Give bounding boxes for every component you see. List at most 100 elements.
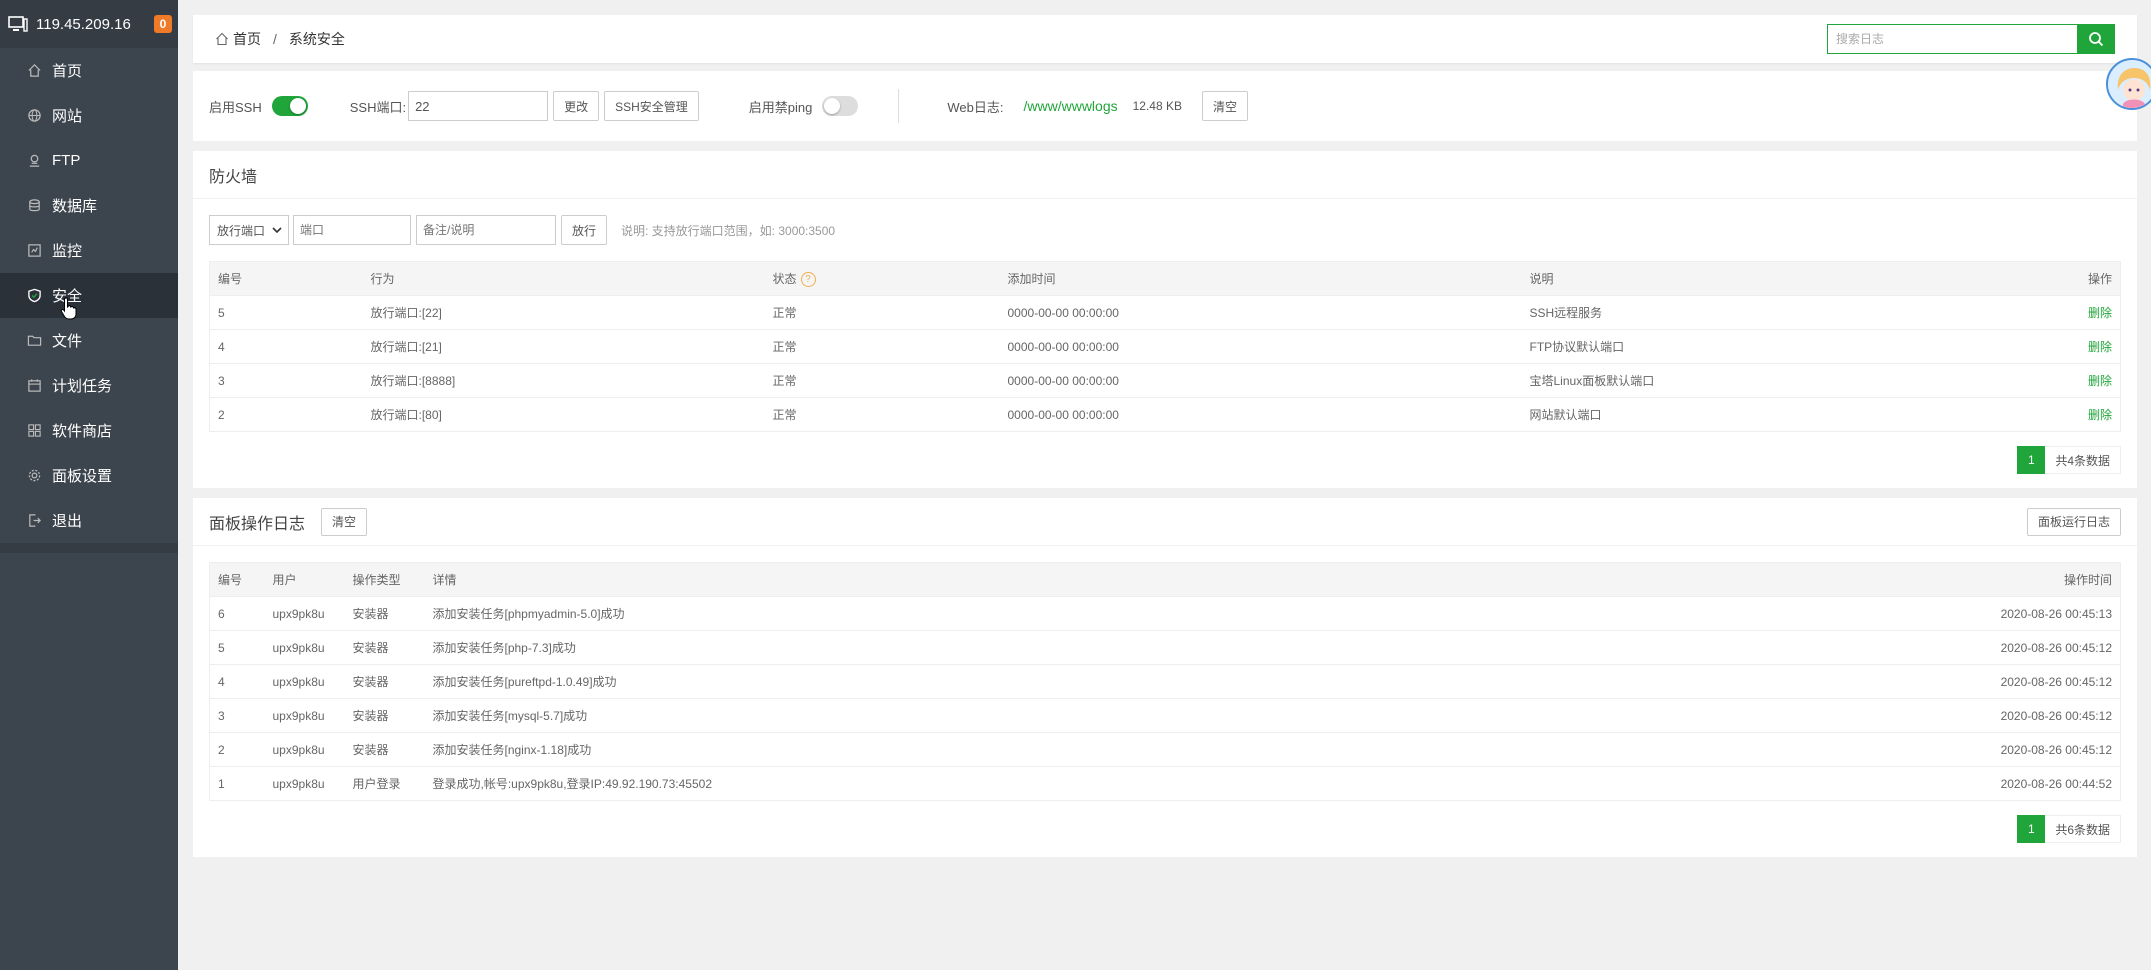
cell-note: 网站默认端口 (1521, 397, 2001, 432)
cell-action: 放行端口:[22] (362, 295, 765, 330)
column-header: 操作 (2000, 261, 2121, 296)
cell-status: 正常 (764, 397, 1000, 432)
delete-link[interactable]: 删除 (2000, 397, 2121, 432)
table-row: 4 upx9pk8u 安装器 添加安装任务[pureftpd-1.0.49]成功… (209, 664, 2121, 699)
table-row: 6 upx9pk8u 安装器 添加安装任务[phpmyadmin-5.0]成功 … (209, 596, 2121, 631)
delete-link[interactable]: 删除 (2000, 363, 2121, 398)
sidebar-item-cron[interactable]: 计划任务 (0, 363, 178, 408)
sidebar-item-settings[interactable]: 面板设置 (0, 453, 178, 498)
ssh-port-input[interactable] (408, 91, 549, 121)
folder-icon (26, 333, 42, 349)
cell-time: 2020-08-26 00:45:12 (1920, 664, 2121, 699)
server-header: 119.45.209.16 0 (0, 0, 178, 48)
cell-type: 安装器 (344, 732, 425, 767)
cell-id: 1 (209, 766, 265, 801)
search-button[interactable] (2077, 24, 2115, 54)
ping-toggle[interactable] (822, 96, 859, 116)
search-icon (2089, 32, 2104, 47)
page-number-button[interactable]: 1 (2017, 446, 2046, 474)
logs-title: 面板操作日志 (209, 515, 306, 533)
sidebar-item-home[interactable]: 首页 (0, 48, 178, 93)
sidebar: 119.45.209.16 0 首页 网站 FTP 数据库 监控 安全 文件 计… (0, 0, 178, 970)
cell-detail: 添加安装任务[phpmyadmin-5.0]成功 (424, 596, 1921, 631)
table-row: 2 upx9pk8u 安装器 添加安装任务[nginx-1.18]成功 2020… (209, 732, 2121, 767)
cell-id: 6 (209, 596, 265, 631)
panel-run-log-button[interactable]: 面板运行日志 (2026, 507, 2121, 536)
search-input[interactable] (1827, 24, 2077, 54)
ssh-manage-button[interactable]: SSH安全管理 (604, 91, 699, 121)
settings-bar: 启用SSH SSH端口: 更改 SSH安全管理 启用禁ping Web日志: /… (193, 71, 2137, 141)
avatar[interactable] (2106, 58, 2151, 110)
weblog-path-link[interactable]: /www/wwwlogs (1023, 98, 1117, 114)
cell-action: 放行端口:[21] (362, 329, 765, 364)
cell-time: 2020-08-26 00:45:12 (1920, 732, 2121, 767)
sidebar-item-label: 计划任务 (52, 378, 113, 395)
database-icon (26, 198, 42, 214)
sidebar-item-label: 面板设置 (52, 468, 113, 485)
main-content: 首页 / 系统安全 启用SSH SSH端口: 更改 SSH安全管理 启用禁pin… (193, 15, 2137, 857)
cell-id: 3 (209, 363, 363, 398)
ssh-label: 启用SSH (209, 99, 262, 115)
sidebar-item-security[interactable]: 安全 (0, 273, 178, 318)
note-input[interactable] (416, 215, 556, 245)
cell-detail: 登录成功,帐号:upx9pk8u,登录IP:49.92.190.73:45502 (424, 766, 1921, 801)
rule-type-value: 放行端口 (217, 223, 266, 238)
cell-time: 2020-08-26 00:45:12 (1920, 630, 2121, 665)
sidebar-item-store[interactable]: 软件商店 (0, 408, 178, 453)
column-header: 状态? (764, 261, 1000, 296)
column-header: 操作类型 (344, 562, 425, 597)
rule-type-select[interactable]: 放行端口 (209, 215, 289, 245)
clear-weblog-button[interactable]: 清空 (1201, 91, 1248, 121)
sidebar-item-website[interactable]: 网站 (0, 93, 178, 138)
firewall-hint: 说明: 支持放行端口范围，如: 3000:3500 (621, 223, 836, 238)
firewall-title: 防火墙 (193, 151, 2137, 199)
sidebar-item-label: FTP (52, 152, 81, 169)
sidebar-item-database[interactable]: 数据库 (0, 183, 178, 228)
cell-time: 0000-00-00 00:00:00 (999, 329, 1522, 364)
cell-type: 安装器 (344, 630, 425, 665)
sidebar-item-label: 数据库 (52, 198, 98, 215)
cell-id: 4 (209, 664, 265, 699)
cell-type: 安装器 (344, 596, 425, 631)
cell-user: upx9pk8u (264, 698, 345, 733)
sidebar-item-files[interactable]: 文件 (0, 318, 178, 363)
calendar-icon (26, 378, 42, 394)
sidebar-item-label: 文件 (52, 333, 83, 350)
sidebar-item-monitor[interactable]: 监控 (0, 228, 178, 273)
top-bar: 首页 / 系统安全 (193, 15, 2137, 63)
mouse-cursor-icon (60, 297, 77, 320)
breadcrumb-home[interactable]: 首页 (233, 29, 261, 49)
cell-type: 用户登录 (344, 766, 425, 801)
cell-detail: 添加安装任务[mysql-5.7]成功 (424, 698, 1921, 733)
weblog-size: 12.48 KB (1132, 99, 1182, 113)
change-port-button[interactable]: 更改 (553, 91, 600, 121)
cell-detail: 添加安装任务[nginx-1.18]成功 (424, 732, 1921, 767)
cell-user: upx9pk8u (264, 664, 345, 699)
notification-badge[interactable]: 0 (154, 15, 172, 33)
cell-time: 0000-00-00 00:00:00 (999, 363, 1522, 398)
logout-icon (26, 513, 42, 529)
monitor-icon (26, 243, 42, 259)
delete-link[interactable]: 删除 (2000, 295, 2121, 330)
page-number-button[interactable]: 1 (2017, 815, 2046, 843)
sidebar-item-ftp[interactable]: FTP (0, 138, 178, 183)
help-icon[interactable]: ? (800, 272, 816, 288)
delete-link[interactable]: 删除 (2000, 329, 2121, 364)
home-icon (26, 63, 42, 79)
column-header: 编号 (209, 261, 363, 296)
cell-id: 2 (209, 732, 265, 767)
cell-id: 5 (209, 630, 265, 665)
cell-note: SSH远程服务 (1521, 295, 2001, 330)
cell-id: 5 (209, 295, 363, 330)
cell-time: 2020-08-26 00:45:12 (1920, 698, 2121, 733)
gear-icon (26, 468, 42, 484)
clear-logs-button[interactable]: 清空 (321, 507, 368, 536)
ssh-toggle[interactable] (271, 96, 308, 116)
port-input[interactable] (293, 215, 411, 245)
allow-port-button[interactable]: 放行 (561, 215, 608, 245)
table-row: 5 upx9pk8u 安装器 添加安装任务[php-7.3]成功 2020-08… (209, 630, 2121, 665)
cell-time: 2020-08-26 00:45:13 (1920, 596, 2121, 631)
sidebar-item-logout[interactable]: 退出 (0, 498, 178, 543)
firewall-controls: 放行端口 放行 说明: 支持放行端口范围，如: 3000:3500 (193, 199, 2137, 261)
cell-status: 正常 (764, 329, 1000, 364)
